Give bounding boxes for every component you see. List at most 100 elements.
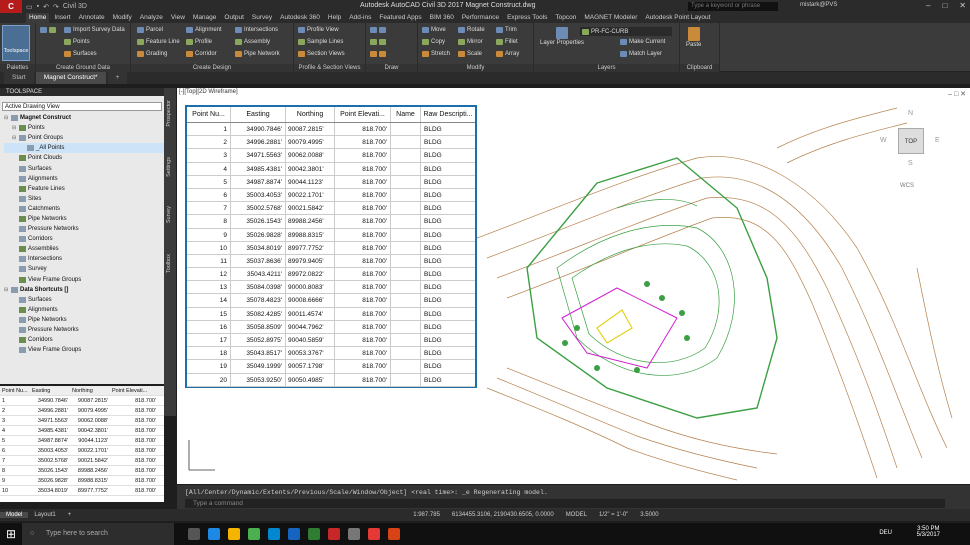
expand-icon[interactable]: ⊟ (12, 133, 17, 143)
tree-item[interactable]: Corridors (4, 234, 164, 244)
grading-button[interactable]: Grading (137, 51, 167, 57)
intersections-button[interactable]: Intersections (235, 27, 278, 33)
toolbox-tab[interactable]: Toolbox (166, 254, 172, 273)
table-row[interactable]: 16 35058.8509' 90044.7962' 818.700' BLDG (187, 320, 475, 334)
hatch-tool[interactable] (370, 51, 386, 57)
tree-item[interactable]: Corridors (4, 335, 164, 345)
task-view-icon[interactable] (188, 528, 200, 540)
surfaces-button[interactable]: Surfaces (64, 51, 97, 57)
import-survey-data-button[interactable]: Import Survey Data (64, 27, 125, 33)
drawing-viewport[interactable]: [-][Top][2D Wireframe] – □ ✕ Point Nu...… (177, 88, 970, 484)
tree-item[interactable]: ⊟ Magnet Construct (4, 113, 164, 123)
tree-item[interactable]: View Frame Groups (4, 275, 164, 285)
table-row[interactable]: 4 34985.4381' 90042.3801' 818.700' BLDG (187, 162, 475, 176)
tree-item[interactable]: Point Clouds (4, 153, 164, 163)
table-row[interactable]: 14 35078.4823' 90008.6666' 818.700' BLDG (187, 294, 475, 308)
match-layer-button[interactable]: Match Layer (620, 51, 662, 57)
user-account[interactable]: mistark@PVS (800, 2, 837, 8)
alignment-button[interactable]: Alignment (186, 27, 222, 33)
section-views-button[interactable]: Section Views (298, 51, 345, 57)
prospector-tab[interactable]: Prospector (166, 100, 172, 127)
excel-icon[interactable] (308, 528, 320, 540)
tree-item[interactable]: View Frame Groups (4, 345, 164, 355)
table-row[interactable]: 7 35002.5768' 90021.5842' 818.700' BLDG (187, 202, 475, 216)
app-icon[interactable] (348, 528, 360, 540)
tree-item[interactable]: Surfaces (4, 295, 164, 305)
grid-row[interactable]: 3 34971.5563' 90062.0088' 818.700' (0, 416, 164, 426)
workspace-selector[interactable]: Civil 3D (63, 3, 87, 11)
windows-start-icon[interactable]: ⊞ (0, 523, 22, 545)
grid-row[interactable]: 7 35002.5768' 90021.5842' 818.700' (0, 456, 164, 466)
ribbon-tab-view[interactable]: View (168, 13, 188, 23)
autocad-icon[interactable] (368, 528, 380, 540)
minimize-icon[interactable]: – (926, 1, 930, 10)
layout-tab[interactable]: Layout1 (28, 512, 61, 518)
array-button[interactable]: Array (496, 51, 519, 57)
start-tab[interactable]: Start (4, 72, 34, 84)
table-row[interactable]: 9 35026.9828' 89988.8315' 818.700' BLDG (187, 228, 475, 242)
save-icon[interactable]: ▪ (37, 3, 39, 11)
grid-row[interactable]: 8 35026.1543' 89988.2456' 818.700' (0, 466, 164, 476)
table-row[interactable]: 1 34990.7846' 90087.2815' 818.700' BLDG (187, 123, 475, 137)
table-row[interactable]: 20 35053.9250' 90050.4985' 818.700' BLDG (187, 373, 475, 387)
viewport-controls[interactable]: – □ ✕ (948, 90, 966, 98)
tree-item[interactable]: Surfaces (4, 163, 164, 173)
chrome-icon[interactable] (248, 528, 260, 540)
edge-icon[interactable] (208, 528, 220, 540)
tree-item[interactable]: Catchments (4, 204, 164, 214)
tool-icon[interactable] (49, 27, 56, 33)
column-header[interactable]: Easting (231, 107, 286, 122)
view-selector[interactable]: Active Drawing View (2, 102, 162, 111)
app-logo-icon[interactable]: C (0, 0, 22, 13)
north-label[interactable]: N (908, 110, 913, 117)
expand-icon[interactable]: ⊟ (4, 285, 9, 295)
scale-readout[interactable]: 1:987.785 (407, 512, 446, 518)
table-row[interactable]: 2 34996.2881' 90079.4995' 818.700' BLDG (187, 136, 475, 150)
skype-icon[interactable] (268, 528, 280, 540)
move-button[interactable]: Move (422, 27, 446, 33)
tree-item[interactable]: Assemblies (4, 244, 164, 254)
acrobat-icon[interactable] (328, 528, 340, 540)
tree-item[interactable]: Pipe Networks (4, 214, 164, 224)
tree-item[interactable]: ⊟ Points (4, 123, 164, 133)
tree-item[interactable]: Survey (4, 264, 164, 274)
grid-header-row[interactable]: Point Nu... Easting Northing Point Elevati.… (0, 386, 164, 396)
paste-button[interactable]: Paste (686, 27, 701, 48)
tree-item[interactable]: ⊟ Point Groups (4, 133, 164, 143)
grid-row[interactable]: 9 35026.9828' 89988.8315' 818.700' (0, 476, 164, 486)
ribbon-tab-modify[interactable]: Modify (110, 13, 135, 23)
table-row[interactable]: 5 34987.8874' 90044.1123' 818.700' BLDG (187, 175, 475, 189)
powerpoint-icon[interactable] (388, 528, 400, 540)
layer-properties-button[interactable]: Layer Properties (540, 27, 584, 46)
survey-tab[interactable]: Survey (166, 206, 172, 223)
mirror-button[interactable]: Mirror (458, 39, 483, 45)
maximize-icon[interactable]: □ (942, 1, 947, 10)
ribbon-tab-analyze[interactable]: Analyze (137, 13, 166, 23)
outlook-icon[interactable] (288, 528, 300, 540)
ribbon-tab-topcon[interactable]: Topcon (552, 13, 579, 23)
tree-item[interactable]: Sites (4, 194, 164, 204)
tree-item[interactable]: Pipe Networks (4, 315, 164, 325)
feature-line-button[interactable]: Feature Line (137, 39, 180, 45)
sample-lines-button[interactable]: Sample Lines (298, 39, 343, 45)
column-header[interactable]: Raw Descripti... (421, 107, 475, 122)
circle-tool[interactable] (370, 39, 386, 45)
tree-item[interactable]: Feature Lines (4, 184, 164, 194)
column-header[interactable]: Name (391, 107, 421, 122)
table-row[interactable]: 11 35037.8636' 89979.9405' 818.700' BLDG (187, 254, 475, 269)
table-row[interactable]: 18 35043.8517' 90053.3767' 818.700' BLDG (187, 347, 475, 361)
viewcube[interactable]: TOP (898, 128, 924, 154)
ribbon-tab-home[interactable]: Home (26, 13, 50, 23)
model-space-toggle[interactable]: MODEL (560, 512, 593, 518)
ribbon-tab-annotate[interactable]: Annotate (76, 13, 108, 23)
language-indicator[interactable]: DEU (879, 530, 892, 536)
table-row[interactable]: 15 35082.4285' 90011.4574' 818.700' BLDG (187, 307, 475, 321)
tool-icon[interactable] (40, 27, 47, 33)
ribbon-tab-express-tools[interactable]: Express Tools (504, 13, 550, 23)
ribbon-tab-performance[interactable]: Performance (459, 13, 502, 23)
south-label[interactable]: S (908, 160, 913, 167)
column-header[interactable]: Point Elevati... (335, 107, 391, 122)
profile-button[interactable]: Profile (186, 39, 212, 45)
tree-item[interactable]: ⊟ Data Shortcuts [] (4, 285, 164, 295)
table-row[interactable]: 12 35043.4211' 89972.0822' 818.700' BLDG (187, 268, 475, 282)
